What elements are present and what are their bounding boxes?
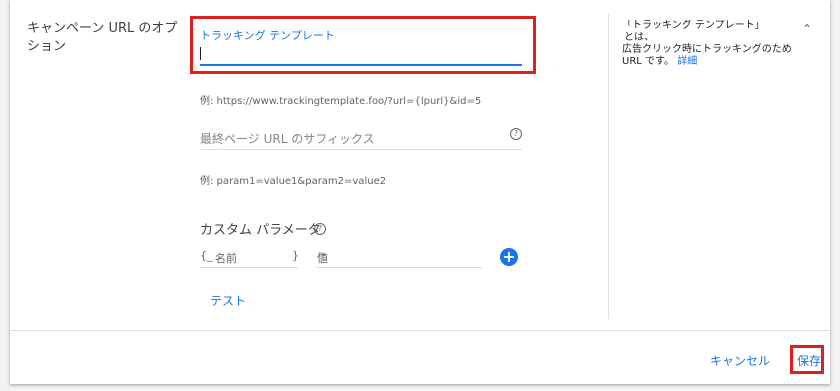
side-help-panel: 「トラッキング テンプレート」 とは、 広告クリック時にトラッキングのため UR… (622, 20, 792, 68)
final-url-suffix-underline (200, 149, 522, 150)
campaign-url-options-card: キャンペーン URL のオプション トラッキング テンプレート 例: https… (10, 0, 830, 384)
help-icon[interactable]: ? (510, 128, 522, 140)
cancel-button[interactable]: キャンセル (710, 352, 770, 369)
custom-parameters-title: カスタム パラメータ (200, 223, 321, 238)
chevron-up-icon[interactable]: ⌃ (802, 22, 812, 36)
vertical-divider (608, 14, 609, 319)
side-help-text: URL です。 (622, 56, 675, 67)
param-name-open-bracket: {_ (200, 249, 213, 262)
param-value-underline (316, 267, 482, 268)
footer-divider (10, 330, 830, 331)
side-help-line: 「トラッキング テンプレート」 (622, 20, 765, 31)
param-name-close-bracket: } (292, 249, 299, 262)
tracking-template-highlight (190, 16, 536, 74)
save-button[interactable]: 保存 (797, 352, 821, 369)
param-name-underline (200, 267, 298, 268)
test-link[interactable]: テスト (210, 292, 246, 309)
side-help-line-4: URL です。 詳細 (622, 56, 792, 68)
learn-more-link[interactable]: 詳細 (677, 56, 697, 67)
final-url-suffix-example: 例: param1=value1&param2=value2 (200, 176, 387, 187)
section-title: キャンペーン URL のオプション (27, 21, 178, 54)
final-url-suffix-input[interactable]: 最終ページ URL のサフィックス (200, 130, 375, 147)
custom-parameters-help-icon[interactable]: ? (314, 223, 326, 235)
add-parameter-button[interactable]: + (500, 248, 518, 266)
param-value-input[interactable]: 値 (317, 250, 328, 266)
tracking-template-example: 例: https://www.trackingtemplate.foo/?url… (200, 96, 482, 107)
side-help-line: 広告クリック時にトラッキングのため (622, 44, 792, 55)
param-name-input[interactable]: 名前 (215, 250, 237, 266)
side-help-line: とは、 (624, 32, 654, 43)
